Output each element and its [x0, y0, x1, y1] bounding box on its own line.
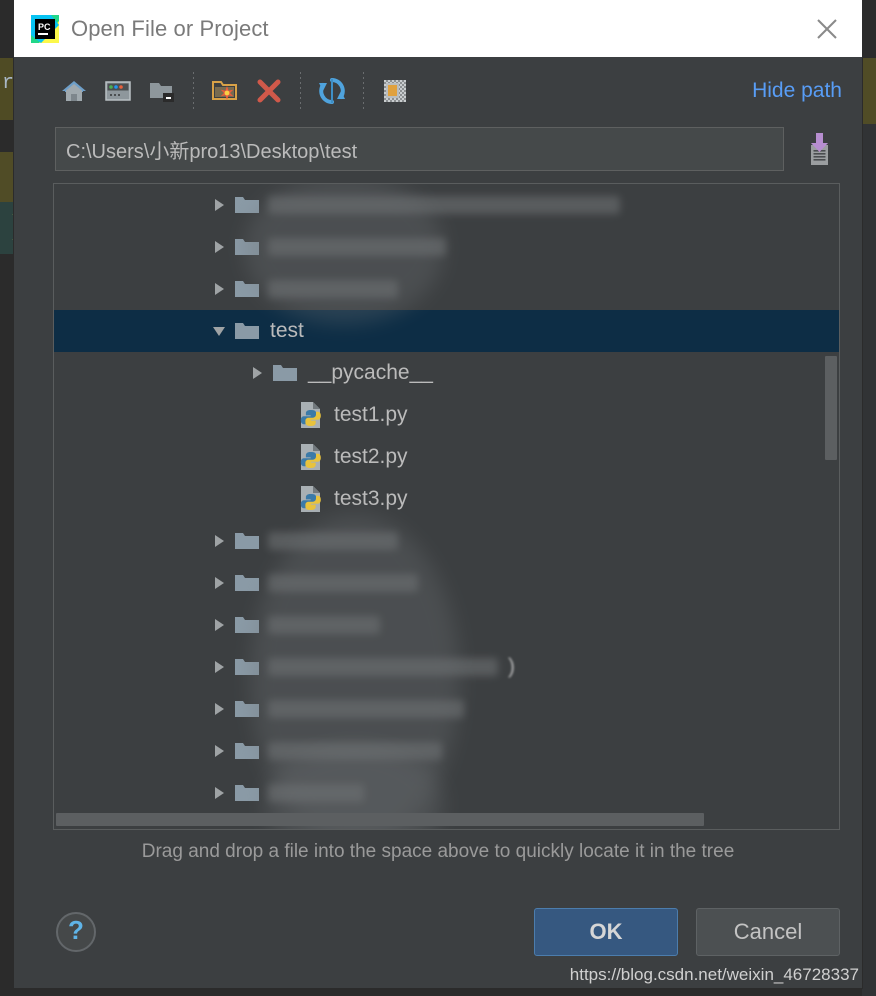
chevron-right-icon[interactable]	[206, 604, 232, 646]
tree-folder-row[interactable]: __pycache__	[54, 352, 839, 394]
tree-folder-row[interactable]	[54, 268, 839, 310]
toolbar-separator	[300, 72, 301, 110]
desktop-icon[interactable]	[96, 69, 140, 113]
refresh-icon[interactable]	[310, 69, 354, 113]
tree-horizontal-scrollbar-track[interactable]	[54, 811, 839, 829]
bg-right-panel	[862, 124, 876, 996]
folder-icon	[232, 310, 262, 352]
toolbar-separator	[193, 72, 194, 110]
new-folder-icon[interactable]	[203, 69, 247, 113]
folder-icon	[232, 562, 262, 604]
chevron-right-icon[interactable]	[206, 646, 232, 688]
close-icon[interactable]	[810, 12, 844, 46]
tree-folder-row[interactable]	[54, 226, 839, 268]
chevron-right-icon[interactable]	[206, 688, 232, 730]
tree-row-label: __pycache__	[308, 361, 433, 384]
svg-text:PC: PC	[38, 22, 51, 32]
home-icon[interactable]	[52, 69, 96, 113]
dialog-titlebar: PC Open File or Project	[14, 0, 862, 57]
tree-file-row[interactable]: test3.py	[54, 478, 839, 520]
chevron-down-icon[interactable]	[206, 310, 232, 352]
chevron-right-icon[interactable]	[206, 268, 232, 310]
tree-row-label: test2.py	[334, 445, 408, 468]
file-tree-panel[interactable]: test __pycache__ test1.py test2.py test3.py)	[53, 183, 840, 830]
chevron-right-icon[interactable]	[206, 730, 232, 772]
python-file-icon	[296, 478, 326, 520]
chevron-right-icon[interactable]	[206, 226, 232, 268]
show-hidden-icon[interactable]	[373, 69, 417, 113]
chevron-right-icon[interactable]	[206, 772, 232, 814]
tree-file-row[interactable]: test1.py	[54, 394, 839, 436]
bg-right-highlight	[862, 58, 876, 124]
tree-file-row[interactable]: test2.py	[54, 436, 839, 478]
chevron-right-icon[interactable]	[206, 520, 232, 562]
chevron-right-icon[interactable]	[244, 352, 270, 394]
delete-icon[interactable]	[247, 69, 291, 113]
help-question-icon[interactable]: ?	[52, 908, 100, 956]
dialog-title: Open File or Project	[71, 15, 269, 41]
dialog-button-group: OK Cancel	[534, 908, 840, 956]
folder-icon	[270, 352, 300, 394]
no-expander	[270, 436, 296, 478]
chevron-right-icon[interactable]	[206, 562, 232, 604]
tree-row-label: test1.py	[334, 403, 408, 426]
redacted-trailing-text: )	[508, 655, 515, 678]
hide-path-link[interactable]: Hide path	[752, 79, 842, 103]
folder-icon	[232, 520, 262, 562]
tree-folder-row[interactable]	[54, 772, 839, 814]
project-folder-icon[interactable]	[140, 69, 184, 113]
dialog-toolbar: Hide path	[14, 57, 862, 125]
cancel-button[interactable]: Cancel	[696, 908, 840, 956]
drag-drop-hint: Drag and drop a file into the space abov…	[141, 841, 735, 862]
pycharm-logo-icon: PC	[31, 14, 59, 43]
tree-vertical-scrollbar[interactable]	[825, 356, 837, 460]
load-into-field-icon[interactable]	[798, 127, 840, 171]
path-row	[14, 125, 862, 173]
python-file-icon	[296, 394, 326, 436]
watermark-text: https://blog.csdn.net/weixin_46728337	[566, 964, 862, 986]
svg-text:?: ?	[68, 915, 84, 945]
tree-folder-row[interactable]	[54, 520, 839, 562]
python-file-icon	[296, 436, 326, 478]
open-file-or-project-dialog: PC Open File or Project Hide path C:\Use…	[14, 0, 862, 988]
no-expander	[270, 394, 296, 436]
no-expander	[270, 478, 296, 520]
tree-horizontal-scrollbar[interactable]	[56, 813, 704, 826]
chevron-right-icon[interactable]	[206, 184, 232, 226]
folder-icon	[232, 772, 262, 814]
ok-button[interactable]: OK	[534, 908, 678, 956]
toolbar-separator	[363, 72, 364, 110]
tree-row-label: test	[270, 319, 304, 342]
file-tree[interactable]: test __pycache__ test1.py test2.py test3.py)	[54, 184, 839, 829]
path-input[interactable]	[55, 127, 784, 171]
tree-row-label: test3.py	[334, 487, 408, 510]
tree-folder-row[interactable]: test	[54, 310, 839, 352]
